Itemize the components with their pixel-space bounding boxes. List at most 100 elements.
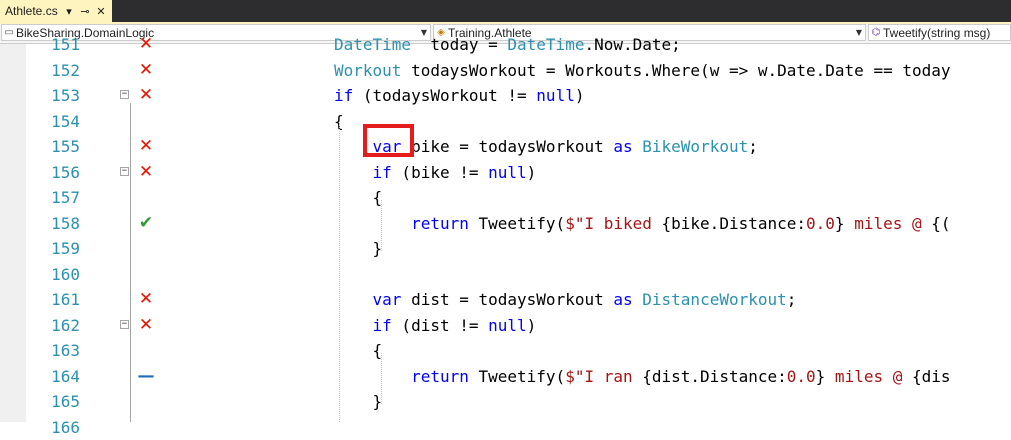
tab-label: Athlete.cs [0,4,61,18]
coverage-fail-icon[interactable]: ✕ [136,287,156,313]
code-text[interactable]: { [334,338,382,364]
coverage-partial-icon[interactable]: — [136,364,156,390]
code-token: Workout [334,61,401,80]
code-token: (todaysWorkout != [353,86,536,105]
code-token: (dist != [392,316,488,335]
code-text[interactable]: if (dist != null) [334,313,536,339]
code-token: as [613,290,632,309]
coverage-fail-icon[interactable]: ✕ [136,83,156,109]
tab-athlete-cs[interactable]: Athlete.cs ▾ ⊸ ✕ [0,0,112,22]
code-token [633,290,643,309]
indent-guide [339,124,340,422]
code-token: } [835,214,845,233]
code-text[interactable]: if (todaysWorkout != null) [334,83,584,109]
code-token: today = [411,35,507,54]
close-icon[interactable]: ✕ [93,5,109,18]
code-text[interactable]: { [334,185,382,211]
indent-guide [381,200,382,251]
code-token: ) [527,163,537,182]
code-token: $"I biked [565,214,661,233]
code-token: {dist.Distance: [642,367,787,386]
pin-icon[interactable]: ⊸ [77,5,93,18]
code-text[interactable]: return Tweetify($"I ran {dist.Distance:0… [334,364,951,390]
code-text[interactable]: var dist = todaysWorkout as DistanceWork… [334,287,796,313]
code-line[interactable]: 160 [0,262,1011,288]
code-line[interactable]: 152 ✕ Workout todaysWorkout = Workouts.Whe… [0,58,1011,84]
collapse-icon[interactable]: − [120,320,129,329]
code-token: if [373,163,392,182]
coverage-fail-icon[interactable]: ✕ [136,58,156,84]
code-line[interactable]: 159 } [0,236,1011,262]
code-token: 0.0 [787,367,816,386]
code-token: if [334,86,353,105]
line-number: 152 [26,58,80,84]
code-token: ; [748,137,758,156]
code-token: } [816,367,826,386]
code-line[interactable]: 157 { [0,185,1011,211]
code-token: miles @ [845,214,932,233]
line-number: 166 [26,415,80,440]
code-token: var [373,290,402,309]
code-line[interactable]: 162 −✕ if (dist != null) [0,313,1011,339]
line-number: 164 [26,364,80,390]
code-token: { [334,341,382,360]
code-text[interactable]: if (bike != null) [334,160,536,186]
code-token: {bike.Distance: [662,214,807,233]
code-token: null [488,316,527,335]
code-token: if [373,316,392,335]
code-token: ; [787,290,797,309]
code-text[interactable]: DateTime today = DateTime.Now.Date; [334,32,681,58]
line-number: 153 [26,83,80,109]
code-text[interactable]: } [334,236,382,262]
line-number: 159 [26,236,80,262]
dropdown-icon[interactable]: ▾ [61,5,77,18]
code-token: $"I ran [565,367,642,386]
code-token: BikeWorkout [642,137,748,156]
code-token: { [334,188,382,207]
code-line[interactable]: 164 — return Tweetify($"I ran {dist.Dista… [0,364,1011,390]
code-token: 0.0 [806,214,835,233]
code-token: return [411,367,469,386]
line-number: 165 [26,389,80,415]
code-line[interactable]: 155✕ var bike = todaysWorkout as BikeWor… [0,134,1011,160]
code-line[interactable]: 166 [0,415,1011,440]
code-token: dist = todaysWorkout [401,290,613,309]
code-token: DateTime [507,35,584,54]
line-number: 155 [26,134,80,160]
code-token [633,137,643,156]
code-token: return [411,214,469,233]
line-number: 156 [26,160,80,186]
code-token [334,214,411,233]
line-number: 158 [26,211,80,237]
code-line[interactable]: 165 } [0,389,1011,415]
code-line[interactable]: 158 ✔ return Tweetify($"I biked {bike.Dis… [0,211,1011,237]
line-number: 160 [26,262,80,288]
collapse-icon[interactable]: − [120,167,129,176]
code-token: Tweetify( [469,214,565,233]
code-text[interactable]: return Tweetify($"I biked {bike.Distance… [334,211,951,237]
code-token: as [613,137,632,156]
coverage-fail-icon[interactable]: ✕ [136,160,156,186]
indent-guide [381,353,382,404]
code-line[interactable]: 153 −✕ if (todaysWorkout != null) [0,83,1011,109]
code-line[interactable]: 154{ [0,109,1011,135]
code-token: Tweetify( [469,367,565,386]
line-number: 161 [26,287,80,313]
code-line[interactable]: 151✕DateTime today = DateTime.Now.Date; [0,32,1011,58]
code-text[interactable]: Workout todaysWorkout = Workouts.Where(w… [334,58,951,84]
code-line[interactable]: 161 ✕ var dist = todaysWorkout as Distanc… [0,287,1011,313]
code-token: } [334,392,382,411]
code-line[interactable]: 163 { [0,338,1011,364]
coverage-fail-icon[interactable]: ✕ [136,313,156,339]
code-token: miles @ [825,367,912,386]
coverage-fail-icon[interactable]: ✕ [136,32,156,58]
line-number: 162 [26,313,80,339]
collapse-icon[interactable]: − [120,90,129,99]
coverage-pass-icon[interactable]: ✔ [136,211,156,237]
coverage-fail-icon[interactable]: ✕ [136,134,156,160]
code-line[interactable]: 156 −✕ if (bike != null) [0,160,1011,186]
code-text[interactable]: } [334,389,382,415]
code-token: {( [931,214,950,233]
code-token: ) [575,86,585,105]
code-editor[interactable]: 151✕DateTime today = DateTime.Now.Date;1… [0,44,1011,422]
